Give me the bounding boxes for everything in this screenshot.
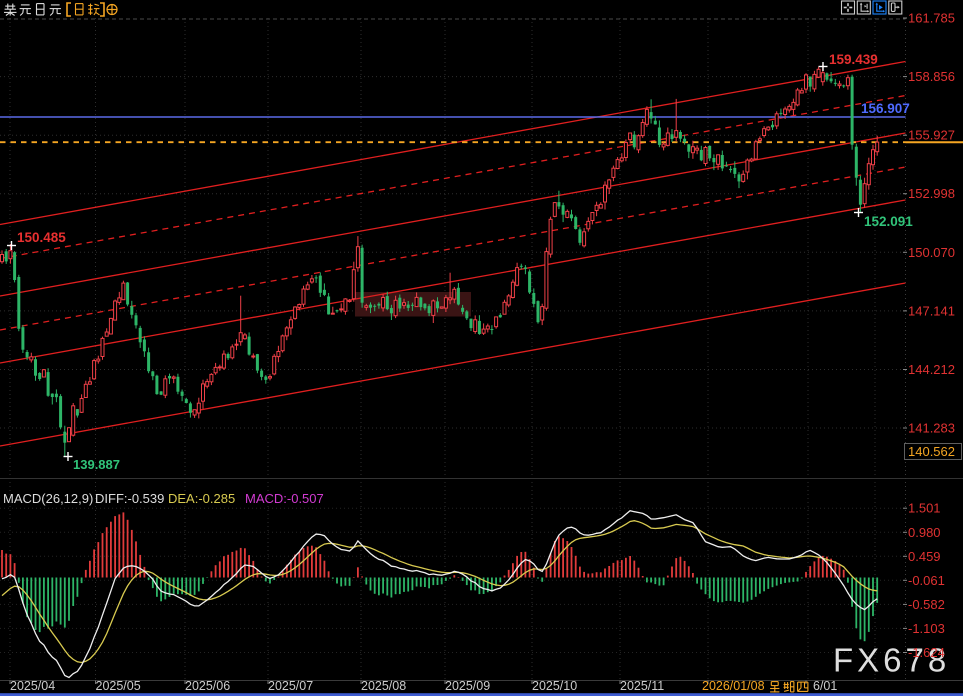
svg-text:147.141: 147.141	[908, 303, 955, 318]
svg-text:155.927: 155.927	[908, 128, 955, 143]
svg-text:DIFF:-0.539: DIFF:-0.539	[95, 491, 164, 506]
svg-text:0.459: 0.459	[908, 549, 941, 564]
svg-text:-1.624: -1.624	[908, 645, 945, 660]
svg-text:-0.061: -0.061	[908, 573, 945, 588]
svg-text:2025/04: 2025/04	[10, 679, 55, 693]
svg-text:DEA:-0.285: DEA:-0.285	[168, 491, 235, 506]
svg-text:2025/06: 2025/06	[185, 679, 230, 693]
svg-text:2025/07: 2025/07	[268, 679, 313, 693]
svg-text:159.439: 159.439	[829, 52, 878, 67]
svg-text:150.485: 150.485	[17, 230, 66, 245]
svg-text:152.091: 152.091	[864, 214, 913, 229]
svg-text:2025/05: 2025/05	[96, 679, 141, 693]
svg-text:144.212: 144.212	[908, 362, 955, 377]
svg-text:161.785: 161.785	[908, 11, 955, 26]
svg-text:139.887: 139.887	[73, 457, 120, 472]
svg-text:141.283: 141.283	[908, 421, 955, 436]
svg-text:2025/11: 2025/11	[620, 679, 664, 693]
svg-text:156.907: 156.907	[861, 101, 910, 116]
svg-text:2025/09: 2025/09	[445, 679, 490, 693]
svg-text:MACD:-0.507: MACD:-0.507	[245, 491, 324, 506]
svg-text:140.562: 140.562	[908, 444, 955, 459]
svg-text:2025/08: 2025/08	[361, 679, 406, 693]
svg-text:0.980: 0.980	[908, 525, 941, 540]
svg-text:6/01: 6/01	[813, 679, 837, 693]
svg-text:1.501: 1.501	[908, 501, 941, 516]
svg-text:158.856: 158.856	[908, 69, 955, 84]
svg-text:2025/10: 2025/10	[532, 679, 577, 693]
svg-text:-1.103: -1.103	[908, 621, 945, 636]
svg-text:-0.582: -0.582	[908, 597, 945, 612]
svg-text:152.998: 152.998	[908, 186, 955, 201]
svg-text:2026/01/08: 2026/01/08	[702, 679, 765, 693]
svg-text:MACD(26,12,9): MACD(26,12,9)	[3, 491, 93, 506]
svg-text:150.070: 150.070	[908, 245, 955, 260]
